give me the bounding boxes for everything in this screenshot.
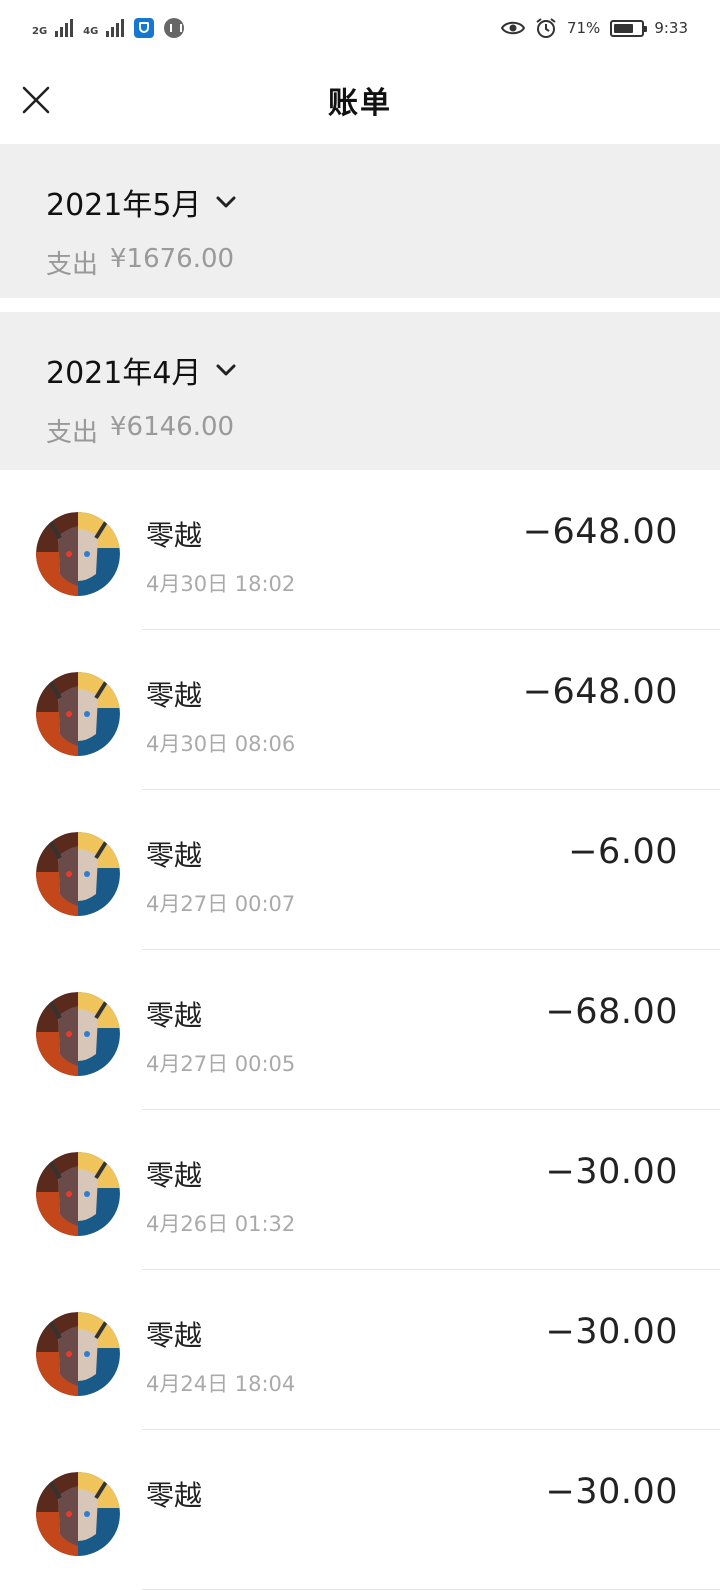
page-title: 账单 [328,86,392,121]
avatar [36,992,120,1076]
transaction-time: 4月30日 18:02 [146,572,296,596]
summary-label: 支出 [46,418,99,448]
nav-bar: 账单 [0,56,720,144]
avatar [36,832,120,916]
month-selector[interactable]: 2021年4月 [46,348,674,392]
transaction-amount: −6.00 [568,832,678,872]
network-label-2: 4G [83,26,99,37]
transaction-amount: −30.00 [545,1472,678,1512]
month-summary: 支出 ¥1676.00 [46,244,674,281]
avatar [36,1152,120,1236]
month-label: 2021年5月 [46,188,202,223]
signal-icon [106,19,125,37]
transaction-amount: −648.00 [522,512,678,552]
close-button[interactable] [20,84,52,116]
chevron-down-icon [216,364,236,376]
summary-amount: ¥6146.00 [110,412,235,442]
transaction-time: 4月26日 01:32 [146,1212,296,1236]
alarm-icon [536,18,556,38]
transaction-row[interactable]: 零越 4月27日 00:05 −68.00 [0,950,720,1110]
transaction-row[interactable]: 零越 4月26日 01:32 −30.00 [0,1110,720,1270]
summary-label: 支出 [46,250,99,280]
month-selector[interactable]: 2021年5月 [46,180,674,224]
merchant-name: 零越 [146,1319,203,1352]
month-section-may: 2021年5月 支出 ¥1676.00 [0,144,720,298]
transaction-amount: −68.00 [545,992,678,1032]
transaction-time: 4月27日 00:07 [146,892,296,916]
eye-icon [500,21,525,35]
avatar [36,1472,120,1556]
avatar [36,512,120,596]
status-left: 2G 4G [32,18,185,38]
signal-2g: 2G [32,19,74,37]
merchant-name: 零越 [146,999,203,1032]
merchant-name: 零越 [146,679,203,712]
merchant-name: 零越 [146,519,203,552]
status-right: 71% 9:33 [500,17,688,39]
month-section-april: 2021年4月 支出 ¥6146.00 [0,312,720,470]
transaction-row[interactable]: 零越 4月27日 00:07 −6.00 [0,790,720,950]
avatar [36,1312,120,1396]
transaction-time: 4月24日 18:04 [146,1372,296,1396]
chevron-down-icon [216,196,236,208]
summary-amount: ¥1676.00 [110,244,235,274]
voice-icon [164,18,185,38]
merchant-name: 零越 [146,1479,203,1512]
transaction-list: 零越 4月30日 18:02 −648.00 零越 4月30日 08:06 −648.00… [0,470,720,1590]
transaction-row[interactable]: 零越 4月30日 18:02 −648.00 [0,470,720,630]
network-label-1: 2G [32,26,48,37]
transaction-time: 4月30日 08:06 [146,732,296,756]
transaction-time: 4月27日 00:05 [146,1052,296,1076]
transaction-row[interactable]: 零越 −30.00 [0,1430,720,1590]
signal-icon [55,19,74,37]
security-icon [134,18,155,38]
merchant-name: 零越 [146,839,203,872]
status-bar: 2G 4G 71% 9:33 [0,0,720,56]
transaction-row[interactable]: 零越 4月24日 18:04 −30.00 [0,1270,720,1430]
transaction-amount: −30.00 [545,1152,678,1192]
merchant-name: 零越 [146,1159,203,1192]
transaction-amount: −648.00 [522,672,678,712]
month-label: 2021年4月 [46,356,202,391]
transaction-amount: −30.00 [545,1312,678,1352]
month-summary: 支出 ¥6146.00 [46,412,674,449]
transaction-row[interactable]: 零越 4月30日 08:06 −648.00 [0,630,720,790]
battery-icon [610,19,648,37]
close-icon [22,86,50,114]
avatar [36,672,120,756]
clock: 9:33 [654,19,688,37]
signal-4g: 4G [83,19,125,37]
battery-percent: 71% [566,19,601,37]
